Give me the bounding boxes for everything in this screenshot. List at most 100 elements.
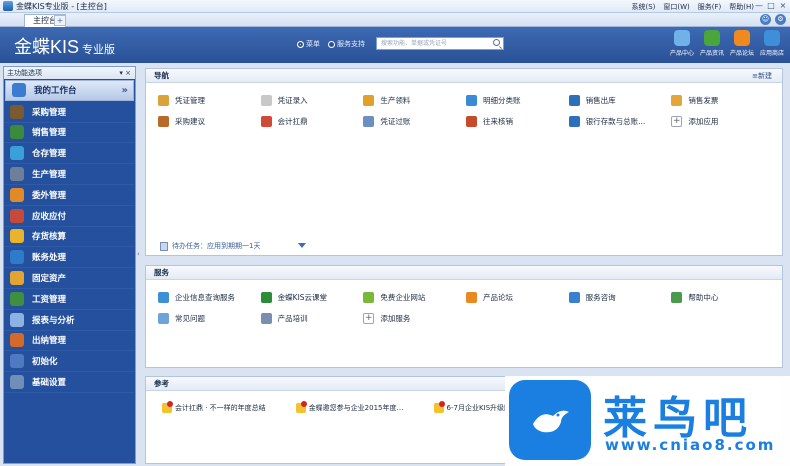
service-item-consult[interactable]: 服务咨询 <box>568 292 672 303</box>
navigation-panel-title: 导航 ≡新建 <box>146 69 782 83</box>
nav-item-add[interactable]: + 添加应用 <box>671 116 774 127</box>
sidebar-item-receivable[interactable]: 应收应付 <box>4 206 135 227</box>
menu-window[interactable]: 窗口(W) <box>663 2 689 12</box>
nav-item-outbound[interactable]: 销售出库 <box>568 95 672 106</box>
todo-link[interactable]: 待办任务：应用到期期一1天 <box>160 241 260 251</box>
sidebar-item-workbench[interactable]: 我的工作台 » <box>5 80 134 101</box>
navigation-panel: 导航 ≡新建 凭证管理 凭证录入 生产领料 明细分类账 销售出库 销售发票采购建议 会计扛鼎… <box>145 68 783 256</box>
nav-item-voucher[interactable]: 凭证管理 <box>158 95 261 106</box>
cloud-class-icon <box>260 292 272 303</box>
sidebar-item-inventory[interactable]: 存货核算 <box>4 227 135 248</box>
nav-item-label: 生产领料 <box>380 96 411 105</box>
radio-service[interactable]: 服务支持 <box>328 39 365 49</box>
sidebar-item-label: 采购管理 <box>32 107 67 118</box>
sidebar-item-label: 基础设置 <box>32 378 67 389</box>
sidebar-pin-icon[interactable]: ▾ × <box>119 67 131 79</box>
sidebar-item-label: 初始化 <box>32 357 58 368</box>
init-icon <box>10 354 24 369</box>
posting-icon <box>363 116 375 127</box>
sidebar-item-warehouse[interactable]: 仓存管理 <box>4 143 135 165</box>
service-item-website[interactable]: 免费企业网站 <box>363 292 466 303</box>
nav-item-material[interactable]: 生产领料 <box>363 95 466 106</box>
product-center-button[interactable]: 产品中心 <box>668 30 696 57</box>
sidebar-item-label: 生产管理 <box>32 170 67 181</box>
reference-link[interactable]: 金蝶邀您参与企业2015年度… <box>295 401 404 413</box>
window-title: 金蝶KIS专业版 - [主控台] <box>16 1 107 11</box>
nav-item-reconcile[interactable]: 往来核销 <box>465 116 569 127</box>
minimize-button[interactable]: — <box>754 1 764 11</box>
purchase-icon <box>10 104 24 119</box>
service-item-label: 企业信息查询服务 <box>175 293 235 302</box>
reference-link[interactable]: 会计扛鼎 · 不一样的年度总结 <box>162 401 266 413</box>
nav-item-accountant[interactable]: 会计扛鼎 <box>260 116 364 127</box>
menu-help[interactable]: 帮助(H) <box>729 2 754 12</box>
service-item-add-service[interactable]: + 添加服务 <box>363 313 466 324</box>
menu-bar: 系统(S) 窗口(W) 服务(F) 帮助(H) <box>631 0 754 13</box>
new-button[interactable]: ≡新建 <box>752 69 772 83</box>
nav-item-posting[interactable]: 凭证过账 <box>363 116 466 127</box>
suggest-icon <box>158 116 169 127</box>
close-button[interactable]: × <box>778 1 788 11</box>
service-item-label: 帮助中心 <box>688 293 719 302</box>
sidebar: 主功能选项 ▾ × 我的工作台 » 采购管理 销售管理 仓存管理 生产管理 委外管理 应收应付… <box>3 66 136 464</box>
app-store-icon <box>764 30 780 46</box>
sidebar-item-report[interactable]: 报表与分析 <box>4 310 135 331</box>
bird-logo-icon <box>509 380 591 460</box>
nav-item-label: 添加应用 <box>688 117 719 126</box>
nav-item-label: 凭证过账 <box>380 117 411 126</box>
sidebar-item-purchase[interactable]: 采购管理 <box>4 102 135 123</box>
nav-item-bank[interactable]: 银行存款与总账... <box>568 116 672 127</box>
nav-item-ledger[interactable]: 明细分类账 <box>465 95 569 106</box>
bank-icon <box>568 116 580 127</box>
service-item-forum[interactable]: 产品论坛 <box>465 292 569 303</box>
service-item-enterprise-info[interactable]: 企业信息查询服务 <box>158 292 261 303</box>
sidebar-item-settings[interactable]: 基础设置 <box>4 372 135 393</box>
nav-item-voucher-entry[interactable]: 凭证录入 <box>260 95 364 106</box>
sidebar-item-cashier[interactable]: 出纳管理 <box>4 331 135 352</box>
sidebar-item-payroll[interactable]: 工资管理 <box>4 289 135 310</box>
search-mode-group: 菜单 服务支持 <box>297 39 365 49</box>
service-item-training[interactable]: 产品培训 <box>260 313 364 324</box>
sidebar-item-fixed-asset[interactable]: 固定资产 <box>4 268 135 289</box>
accounting-icon <box>10 250 24 265</box>
warehouse-icon <box>10 146 24 161</box>
sidebar-item-production[interactable]: 生产管理 <box>4 164 135 185</box>
reference-label: 金蝶邀您参与企业2015年度… <box>308 404 404 412</box>
search-icon[interactable] <box>493 39 500 46</box>
radio-menu[interactable]: 菜单 <box>297 39 320 49</box>
maximize-button[interactable]: □ <box>766 1 776 11</box>
sidebar-item-sales[interactable]: 销售管理 <box>4 123 135 144</box>
product-news-icon <box>704 30 720 46</box>
gear-icon[interactable]: ⚙ <box>775 14 786 25</box>
sidebar-item-init[interactable]: 初始化 <box>4 351 135 373</box>
nav-item-suggest[interactable]: 采购建议 <box>158 116 261 127</box>
menu-system[interactable]: 系统(S) <box>631 2 655 12</box>
nav-item-label: 凭证录入 <box>277 96 308 105</box>
sidebar-item-outsourcing[interactable]: 委外管理 <box>4 185 135 206</box>
expand-arrow-icon[interactable] <box>298 243 306 248</box>
nav-item-invoice[interactable]: 销售发票 <box>671 95 774 106</box>
inventory-icon <box>10 229 24 244</box>
collapse-arrow-icon[interactable]: ‹ <box>137 250 140 258</box>
add-icon: + <box>671 116 683 127</box>
title-bar: 金蝶KIS专业版 - [主控台] 系统(S) 窗口(W) 服务(F) 帮助(H)… <box>0 0 790 13</box>
menu-service[interactable]: 服务(F) <box>698 2 722 12</box>
service-item-cloud-class[interactable]: 金蝶KIS云课堂 <box>260 292 364 303</box>
app-store-button[interactable]: 应用商店 <box>758 30 786 57</box>
workbench-icon <box>12 83 26 98</box>
nav-item-label: 明细分类账 <box>482 96 521 105</box>
smiley-icon[interactable]: ☺ <box>760 14 771 25</box>
sidebar-item-label: 存货核算 <box>32 232 67 243</box>
sidebar-item-label: 委外管理 <box>32 190 67 201</box>
product-forum-button[interactable]: 产品论坛 <box>728 30 756 57</box>
sidebar-item-accounting[interactable]: 账务处理 <box>4 247 135 269</box>
search-input[interactable]: 搜索功能、单据或凭证号 <box>376 37 504 50</box>
reference-label: 会计扛鼎 · 不一样的年度总结 <box>175 404 266 412</box>
receivable-icon <box>10 208 24 223</box>
add-tab-button[interactable]: + <box>54 15 66 26</box>
service-item-faq[interactable]: 常见问题 <box>158 313 261 324</box>
settings-icon <box>10 375 24 390</box>
nav-item-label: 往来核销 <box>482 117 513 126</box>
product-news-button[interactable]: 产品资讯 <box>698 30 726 57</box>
service-item-help[interactable]: 帮助中心 <box>671 292 774 303</box>
